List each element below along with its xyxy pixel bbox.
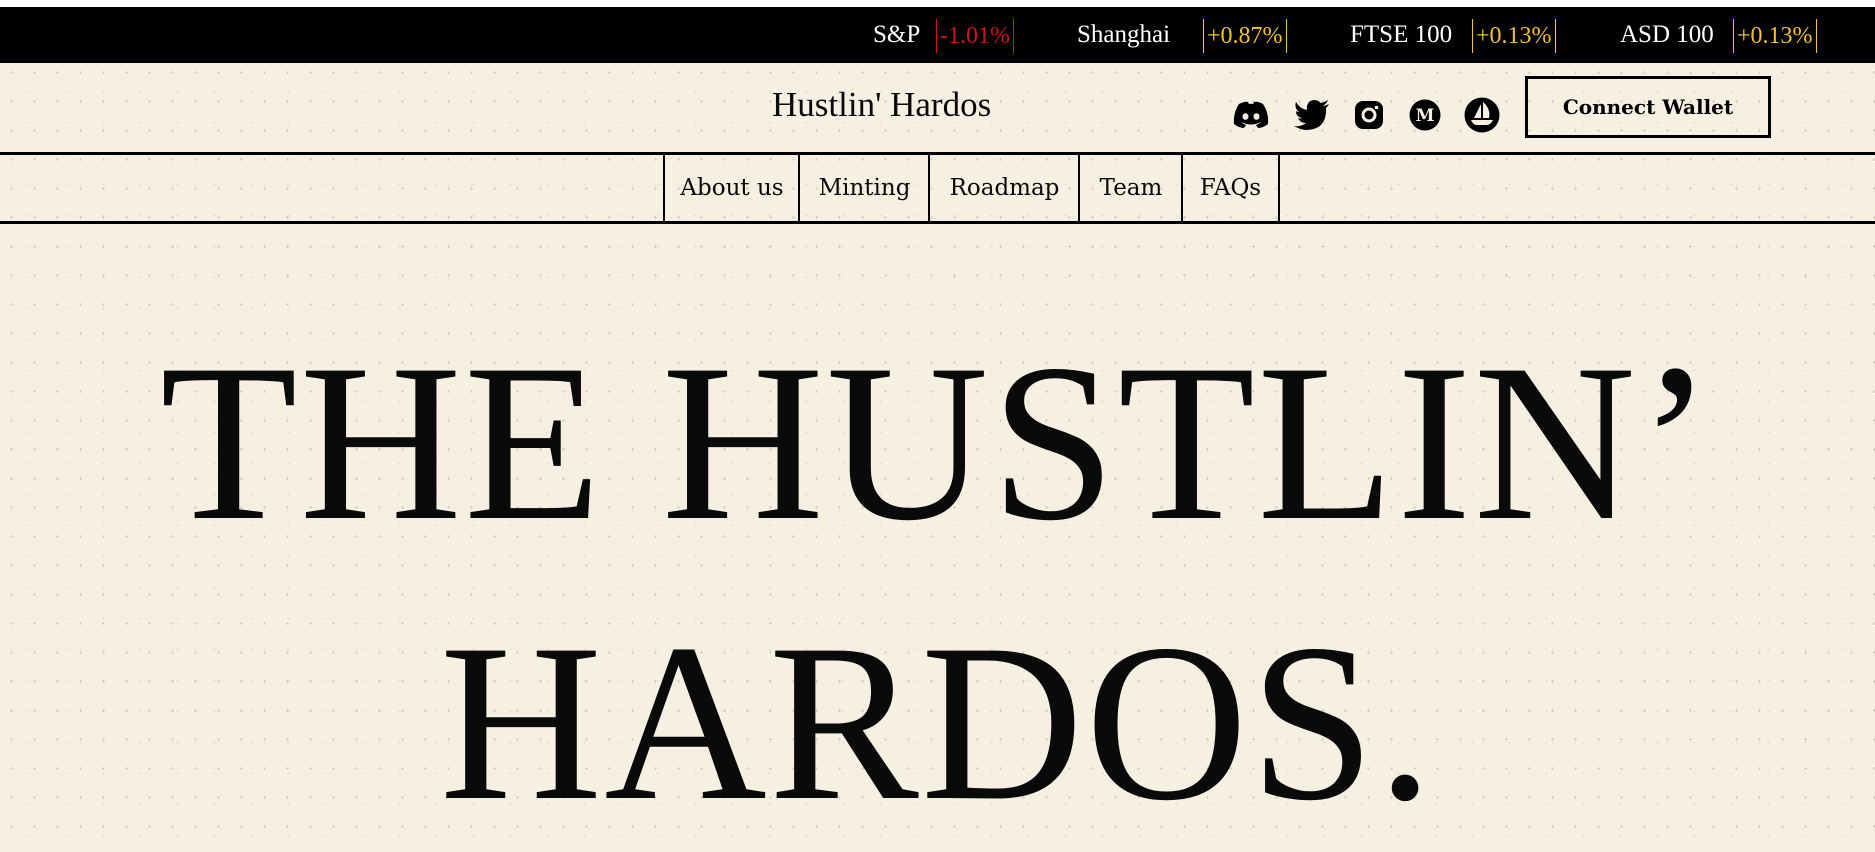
nav-team[interactable]: Team (1078, 155, 1182, 221)
ticker-change-sp: -1.01% (936, 19, 1014, 53)
site-header: Hustlin' Hardos M Connect Wallet (0, 63, 1875, 153)
hero-title-line-2: HARDOS. (439, 597, 1436, 847)
main-nav: About us Minting Roadmap Team FAQs (0, 152, 1875, 224)
opensea-icon[interactable] (1462, 95, 1502, 135)
stock-ticker-bar: S&P -1.01% Shanghai +0.87% FTSE 100 +0.1… (0, 7, 1875, 63)
nav-roadmap[interactable]: Roadmap (928, 155, 1079, 221)
instagram-icon[interactable] (1349, 95, 1389, 135)
ticker-change-ftse: +0.13% (1472, 19, 1556, 53)
discord-icon[interactable] (1231, 95, 1271, 135)
ticker-change-shanghai: +0.87% (1203, 19, 1287, 53)
connect-wallet-button[interactable]: Connect Wallet (1525, 76, 1771, 138)
nav-about-us[interactable]: About us (663, 155, 799, 221)
hero-title-line-1: THE HUSTLIN’ (160, 317, 1715, 567)
top-strip (0, 0, 1875, 7)
svg-text:M: M (1416, 106, 1435, 126)
ticker-name-asd: ASD 100 (1620, 21, 1714, 48)
ticker-name-shanghai: Shanghai (1077, 21, 1171, 48)
site-brand[interactable]: Hustlin' Hardos (772, 85, 991, 125)
nav-minting[interactable]: Minting (798, 155, 929, 221)
medium-icon[interactable]: M (1405, 95, 1445, 135)
nav-faqs[interactable]: FAQs (1181, 155, 1280, 221)
ticker-name-sp: S&P (873, 21, 921, 48)
ticker-change-asd: +0.13% (1733, 19, 1817, 53)
twitter-icon[interactable] (1292, 95, 1332, 135)
ticker-name-ftse: FTSE 100 (1350, 21, 1453, 48)
